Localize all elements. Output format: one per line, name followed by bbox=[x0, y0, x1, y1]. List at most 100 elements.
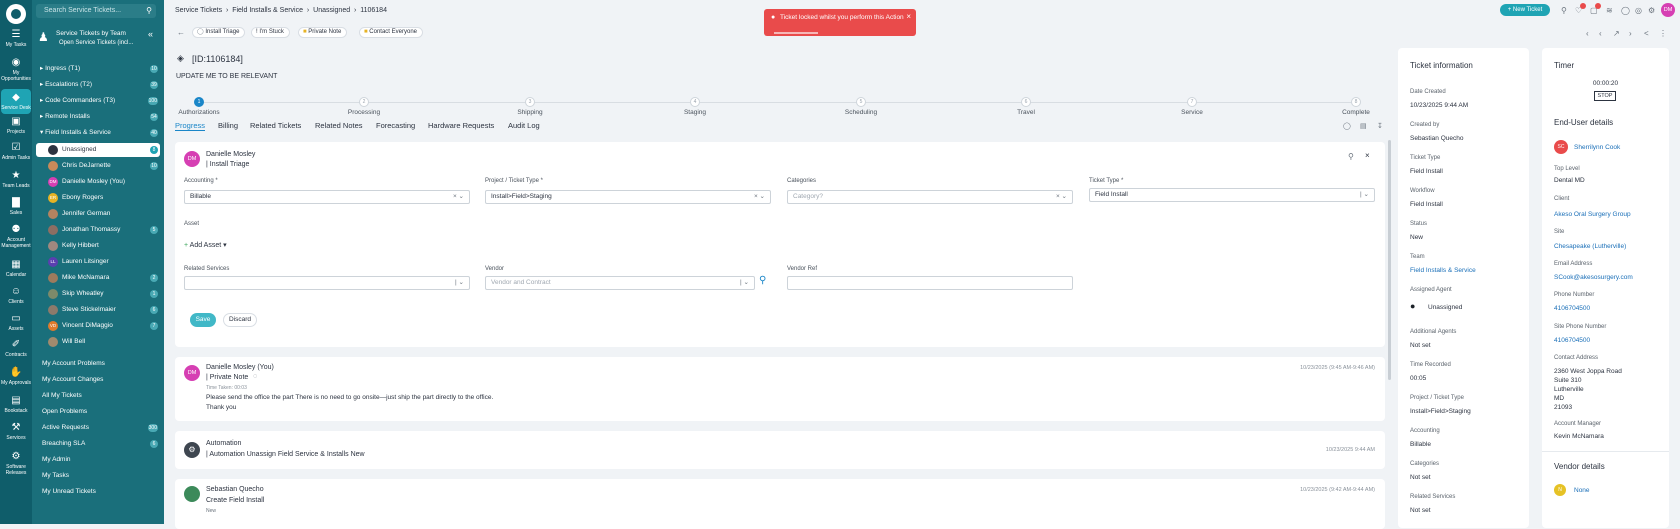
step-marker[interactable]: 2 bbox=[359, 97, 369, 107]
team-group[interactable]: ▸ Escalations (T2) 39 bbox=[36, 78, 160, 92]
download-icon[interactable]: ↧ bbox=[1377, 122, 1383, 130]
rail-item[interactable]: ▭ Assets bbox=[0, 313, 32, 332]
rail-item[interactable]: ▦ Calendar bbox=[0, 259, 32, 278]
step-marker[interactable]: 3 bbox=[525, 97, 535, 107]
clear-chevron-icon[interactable]: × ⌄ bbox=[754, 191, 765, 203]
tab-billing[interactable]: Billing bbox=[218, 121, 238, 130]
rail-item[interactable]: ⚙ Software Releases bbox=[0, 451, 32, 476]
tab-audit-log[interactable]: Audit Log bbox=[508, 121, 540, 130]
info-value[interactable]: Field Installs & Service bbox=[1410, 267, 1476, 274]
share-icon[interactable]: < bbox=[1644, 29, 1649, 38]
panel-link[interactable]: My Tasks bbox=[36, 469, 160, 483]
discard-button[interactable]: Discard bbox=[223, 313, 257, 327]
step-marker[interactable]: 5 bbox=[856, 97, 866, 107]
team-group[interactable]: ▸ Code Commanders (T3) 100 bbox=[36, 94, 160, 108]
breadcrumb-item[interactable]: Unassigned bbox=[313, 7, 350, 14]
site-phone-link[interactable]: 4106704500 bbox=[1554, 337, 1590, 344]
rail-item[interactable]: ▣ Projects bbox=[0, 116, 32, 135]
step-marker[interactable]: 8 bbox=[1351, 97, 1361, 107]
ticket-type-select[interactable]: Field Install | ⌄ bbox=[1089, 188, 1375, 202]
rail-item[interactable]: ◉ My Opportunities bbox=[0, 57, 32, 82]
panel-link[interactable]: All My Tickets bbox=[36, 389, 160, 403]
rail-item[interactable]: ★ Team Leads bbox=[0, 170, 32, 189]
team-member[interactable]: VD Vincent DiMaggio 7 bbox=[36, 319, 160, 333]
search-icon[interactable]: ⚲ bbox=[1561, 6, 1567, 15]
back-arrow-icon[interactable]: ← bbox=[177, 28, 185, 37]
bulb-icon[interactable]: ◎ bbox=[1635, 6, 1642, 15]
team-member[interactable]: DM Danielle Mosley (You) bbox=[36, 175, 160, 189]
vendor-ref-input[interactable] bbox=[787, 276, 1073, 290]
attach-icon[interactable]: ⚲ bbox=[1348, 152, 1354, 161]
step-marker[interactable]: 6 bbox=[1021, 97, 1031, 107]
team-member[interactable]: Jennifer German bbox=[36, 207, 160, 221]
email-link[interactable]: SCook@akesosurgery.com bbox=[1554, 274, 1633, 281]
team-member[interactable]: LL Lauren Litsinger bbox=[36, 255, 160, 269]
team-member[interactable]: Chris DeJarnette 10 bbox=[36, 159, 160, 173]
panel-link[interactable]: My Account Problems bbox=[36, 357, 160, 371]
breadcrumb-item[interactable]: Service Tickets bbox=[175, 7, 222, 14]
panel-link[interactable]: My Account Changes bbox=[36, 373, 160, 387]
prev-page-icon[interactable]: ‹ bbox=[1599, 29, 1602, 38]
rail-item[interactable]: ☰ My Tasks bbox=[0, 29, 32, 48]
collapse-icon[interactable]: « bbox=[148, 29, 153, 39]
step-marker[interactable]: 4 bbox=[690, 97, 700, 107]
clear-chevron-icon[interactable]: × ⌄ bbox=[1056, 191, 1067, 203]
print-icon[interactable]: ▤ bbox=[1360, 122, 1367, 130]
team-member[interactable]: Unassigned 8 bbox=[36, 143, 160, 157]
rail-item[interactable]: ▇ Sales bbox=[0, 197, 32, 216]
add-asset-button[interactable]: + Add Asset ▾ bbox=[184, 241, 227, 249]
search-icon[interactable]: ⚲ bbox=[146, 6, 152, 15]
scrollbar[interactable] bbox=[1388, 140, 1391, 380]
tab-hardware-requests[interactable]: Hardware Requests bbox=[428, 121, 494, 130]
team-member[interactable]: Skip Wheatley 1 bbox=[36, 287, 160, 301]
im-stuck-button[interactable]: ! I'm Stuck bbox=[251, 27, 290, 38]
breadcrumb-item[interactable]: Field Installs & Service bbox=[232, 7, 303, 14]
ticket-title[interactable]: UPDATE ME TO BE RELEVANT bbox=[176, 73, 277, 80]
stop-button[interactable]: STOP bbox=[1594, 91, 1616, 101]
rail-item[interactable]: ☺ Clients bbox=[0, 286, 32, 305]
panel-link[interactable]: My Admin bbox=[36, 453, 160, 467]
install-triage-button[interactable]: ◯ Install Triage bbox=[192, 27, 246, 38]
client-link[interactable]: Akeso Oral Surgery Group bbox=[1554, 211, 1631, 218]
step-marker[interactable]: 1 bbox=[194, 97, 204, 107]
rail-item[interactable]: ⚒ Services bbox=[0, 422, 32, 441]
site-link[interactable]: Chesapeake (Lutherville) bbox=[1554, 243, 1626, 250]
settings-icon[interactable]: ⚙ bbox=[1648, 6, 1655, 15]
panel-link[interactable]: Active Requests 300 bbox=[36, 421, 160, 435]
close-icon[interactable]: × bbox=[1365, 151, 1370, 160]
search-input[interactable]: Search Service Tickets... ⚲ bbox=[36, 4, 156, 18]
team-member[interactable]: Jonathan Thomassy 5 bbox=[36, 223, 160, 237]
rail-item[interactable]: ▤ Bookstack bbox=[0, 395, 32, 414]
panel-link[interactable]: Open Problems bbox=[36, 405, 160, 419]
tab-progress[interactable]: Progress bbox=[175, 121, 206, 131]
contact-everyone-button[interactable]: ■ Contact Everyone bbox=[359, 27, 423, 38]
accounting-select[interactable]: Billable × ⌄ bbox=[184, 190, 470, 204]
open-window-icon[interactable]: ↗ bbox=[1613, 29, 1620, 38]
vendor-name[interactable]: None bbox=[1574, 487, 1590, 494]
chevron-down-icon[interactable]: | ⌄ bbox=[455, 277, 464, 289]
end-user-name[interactable]: Sherrilynn Cook bbox=[1574, 144, 1620, 151]
app-logo[interactable] bbox=[6, 4, 26, 24]
rss-icon[interactable]: ≋ bbox=[1606, 6, 1613, 15]
panel-link[interactable]: My Unread Tickets bbox=[36, 485, 160, 499]
chevron-down-icon[interactable]: | ⌄ bbox=[1360, 189, 1369, 201]
phone-link[interactable]: 4106704500 bbox=[1554, 305, 1590, 312]
more-icon[interactable]: ⋮ bbox=[1659, 29, 1667, 38]
panel-link[interactable]: Breaching SLA 6 bbox=[36, 437, 160, 451]
chevron-down-icon[interactable]: | ⌄ bbox=[740, 277, 749, 289]
team-member[interactable]: Kelly Hibbert bbox=[36, 239, 160, 253]
team-group[interactable]: ▾ Field Installs & Service 40 bbox=[36, 126, 160, 140]
team-member[interactable]: Steve Stickelmaier 6 bbox=[36, 303, 160, 317]
rail-item[interactable]: ⚉ Account Management bbox=[0, 224, 32, 249]
new-ticket-button[interactable]: + New Ticket bbox=[1500, 4, 1550, 16]
close-toast-icon[interactable]: × bbox=[906, 12, 911, 22]
clear-chevron-icon[interactable]: × ⌄ bbox=[453, 191, 464, 203]
related-services-select[interactable]: | ⌄ bbox=[184, 276, 470, 290]
private-note-button[interactable]: ■ Private Note bbox=[298, 27, 348, 38]
prev-icon[interactable]: ‹ bbox=[1586, 29, 1589, 38]
rail-item[interactable]: ☑ Admin Tasks bbox=[0, 142, 32, 161]
team-header[interactable]: ♟ Service Tickets by Team Open Service T… bbox=[38, 28, 158, 50]
team-group[interactable]: ▸ Remote Installs 54 bbox=[36, 110, 160, 124]
help-icon[interactable]: ◯ bbox=[1621, 6, 1630, 15]
rail-item[interactable]: ✋ My Approvals bbox=[0, 367, 32, 386]
